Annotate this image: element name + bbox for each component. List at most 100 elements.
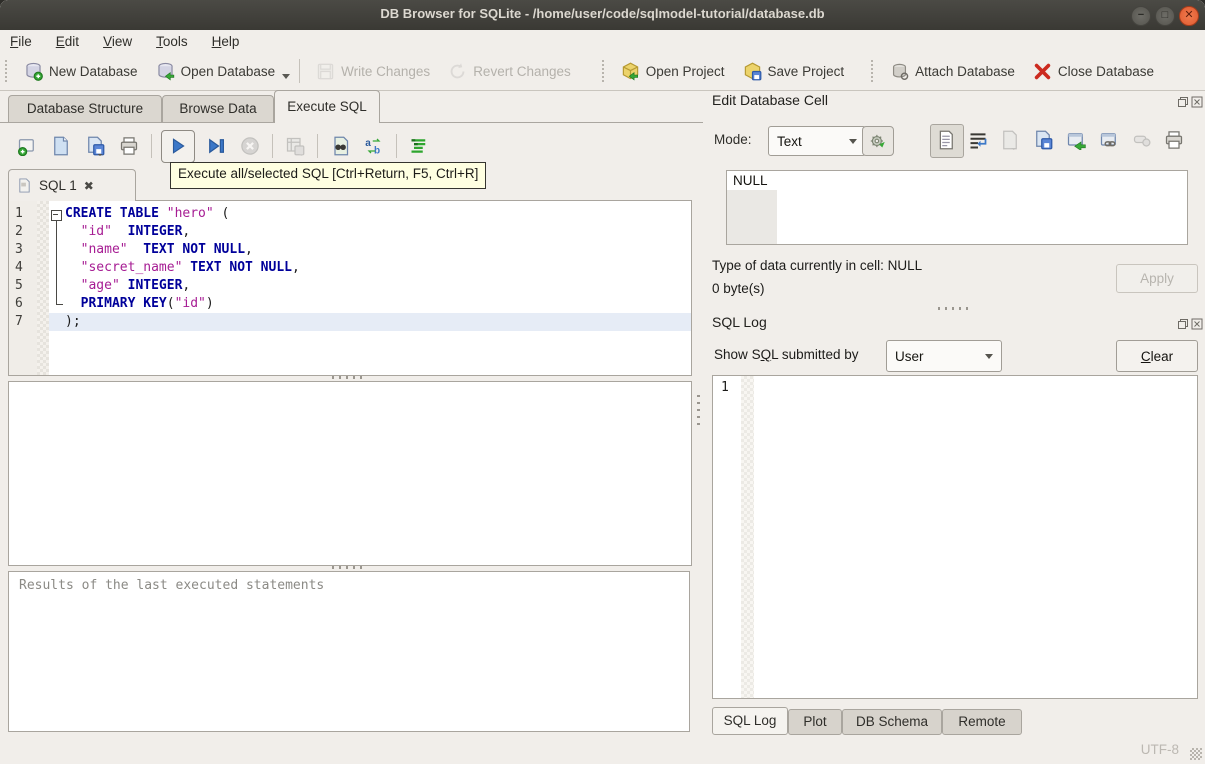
dock-close-icon[interactable]	[1191, 317, 1203, 330]
toolbar-grip[interactable]	[5, 60, 10, 82]
link-icon[interactable]	[1097, 128, 1121, 152]
new-sql-tab-icon[interactable]	[14, 133, 40, 159]
code-line[interactable]: );	[49, 313, 691, 331]
open-project-button[interactable]: Open Project	[612, 58, 734, 85]
execute-sql-tooltip: Execute all/selected SQL [Ctrl+Return, F…	[170, 162, 487, 189]
open-sql-file-icon[interactable]	[48, 133, 74, 159]
print-icon[interactable]	[1162, 128, 1186, 152]
close-icon[interactable]: ✕	[1179, 6, 1199, 26]
resize-grip[interactable]	[1190, 748, 1202, 760]
results-grid[interactable]	[8, 381, 692, 566]
code-line[interactable]: "age" INTEGER,	[49, 277, 691, 295]
sql-log-filter-label: Show SQL submitted by	[714, 347, 859, 362]
fold-marker-icon[interactable]	[51, 210, 62, 221]
dock-close-icon[interactable]	[1191, 95, 1203, 108]
text-mode-icon[interactable]	[934, 128, 958, 152]
tab-execute-sql[interactable]: Execute SQL	[274, 90, 380, 123]
sql-log-filter-select[interactable]: User	[886, 340, 1002, 372]
titlebar[interactable]: DB Browser for SQLite - /home/user/code/…	[0, 0, 1205, 30]
revert-changes-icon	[448, 62, 467, 81]
word-wrap-icon[interactable]	[966, 128, 990, 152]
menu-file[interactable]: File	[10, 34, 32, 49]
panel-splitter-handle[interactable]	[697, 395, 700, 429]
set-null-icon[interactable]	[1130, 128, 1154, 152]
code-line[interactable]: "secret_name" TEXT NOT NULL,	[49, 259, 691, 277]
find-icon[interactable]	[327, 133, 353, 159]
apply-auto-icon	[870, 134, 885, 148]
cell-editor-margin	[727, 190, 777, 244]
results-placeholder: Results of the last executed statements	[19, 578, 325, 593]
splitter-handle[interactable]	[938, 307, 972, 310]
import-data-icon[interactable]	[998, 128, 1022, 152]
menu-view[interactable]: View	[103, 34, 132, 49]
attach-database-button[interactable]: Attach Database	[881, 58, 1024, 85]
print-icon[interactable]	[116, 133, 142, 159]
apply-button[interactable]: Apply	[1116, 264, 1198, 293]
splitter-handle[interactable]	[332, 566, 366, 569]
execute-current-line-icon[interactable]	[203, 133, 229, 159]
open-external-icon[interactable]	[1064, 128, 1088, 152]
code-line[interactable]: CREATE TABLE "hero" (	[49, 205, 691, 223]
menu-tools[interactable]: Tools	[156, 34, 188, 49]
menu-help[interactable]: Help	[212, 34, 240, 49]
close-tab-icon[interactable]: ✖	[84, 179, 94, 193]
toolbar-button-label: Attach Database	[915, 63, 1015, 79]
minimize-icon[interactable]: −	[1131, 6, 1151, 26]
dock-float-icon[interactable]	[1177, 95, 1189, 107]
toolbar-grip[interactable]	[871, 60, 877, 82]
menu-edit[interactable]: Edit	[56, 34, 79, 49]
splitter-handle[interactable]	[332, 376, 366, 379]
tab-remote[interactable]: Remote	[942, 709, 1022, 735]
close-database-button[interactable]: Close Database	[1024, 58, 1163, 85]
sql-editor[interactable]: 1 2 3 4 5 6 7 CREATE TABLE "hero" ( "id" INTEG…	[8, 200, 692, 376]
write-changes-button[interactable]: Write Changes	[307, 58, 439, 85]
open-database-dropdown-icon[interactable]	[282, 74, 291, 79]
new-database-button[interactable]: New Database	[15, 58, 147, 85]
sql-log-view[interactable]: 1	[712, 375, 1198, 699]
toolbar-separator	[396, 134, 397, 158]
toolbar-button-label: Write Changes	[341, 63, 431, 79]
tab-plot[interactable]: Plot	[788, 709, 842, 735]
mode-select[interactable]: Text	[768, 126, 866, 156]
sql-editor-toolbar: ab	[10, 128, 436, 164]
toolbar-grip[interactable]	[601, 60, 607, 82]
code-line[interactable]: "id" INTEGER,	[49, 223, 691, 241]
attach-database-icon	[890, 62, 909, 81]
main-tab-bar: Database Structure Browse Data Execute S…	[0, 90, 703, 123]
tab-sql-log[interactable]: SQL Log	[712, 707, 788, 735]
format-sql-icon[interactable]	[406, 133, 432, 159]
maximize-icon[interactable]: □	[1155, 6, 1175, 26]
open-database-button[interactable]: Open Database	[147, 58, 285, 85]
line-number: 5	[15, 278, 23, 293]
clear-log-button[interactable]: Clear	[1116, 340, 1198, 372]
fold-guide-line	[56, 220, 57, 304]
apply-auto-button[interactable]	[862, 126, 894, 156]
save-sql-file-icon[interactable]	[82, 133, 108, 159]
sql-log-title: SQL Log	[712, 314, 767, 330]
sql-tab-label: SQL 1	[39, 178, 77, 193]
toolbar-separator	[299, 59, 301, 83]
revert-changes-button[interactable]: Revert Changes	[439, 58, 580, 85]
cell-editor[interactable]: NULL	[726, 170, 1188, 245]
toolbar-button-label: Open Project	[645, 63, 725, 79]
execute-sql-icon[interactable]	[161, 129, 195, 163]
tab-browse-data[interactable]: Browse Data	[162, 95, 274, 122]
export-data-icon[interactable]	[1031, 128, 1055, 152]
open-database-icon	[156, 62, 175, 81]
window-controls: − □ ✕	[1131, 6, 1199, 26]
toolbar-button-label: Save Project	[767, 63, 845, 79]
save-results-icon[interactable]	[282, 133, 308, 159]
editor-code[interactable]: CREATE TABLE "hero" ( "id" INTEGER, "nam…	[49, 201, 691, 375]
stop-icon[interactable]	[237, 133, 263, 159]
code-line[interactable]: PRIMARY KEY("id")	[49, 295, 691, 313]
tab-db-schema[interactable]: DB Schema	[842, 709, 942, 735]
tab-database-structure[interactable]: Database Structure	[8, 95, 162, 122]
save-project-button[interactable]: Save Project	[734, 58, 854, 85]
sql-file-icon	[19, 178, 30, 193]
code-line[interactable]: "name" TEXT NOT NULL,	[49, 241, 691, 259]
dock-float-icon[interactable]	[1177, 317, 1189, 329]
find-replace-icon[interactable]: ab	[361, 133, 387, 159]
chevron-down-icon	[849, 139, 857, 144]
sql-document-tab[interactable]: SQL 1 ✖	[8, 169, 136, 201]
execution-log[interactable]: Results of the last executed statements	[8, 571, 690, 732]
